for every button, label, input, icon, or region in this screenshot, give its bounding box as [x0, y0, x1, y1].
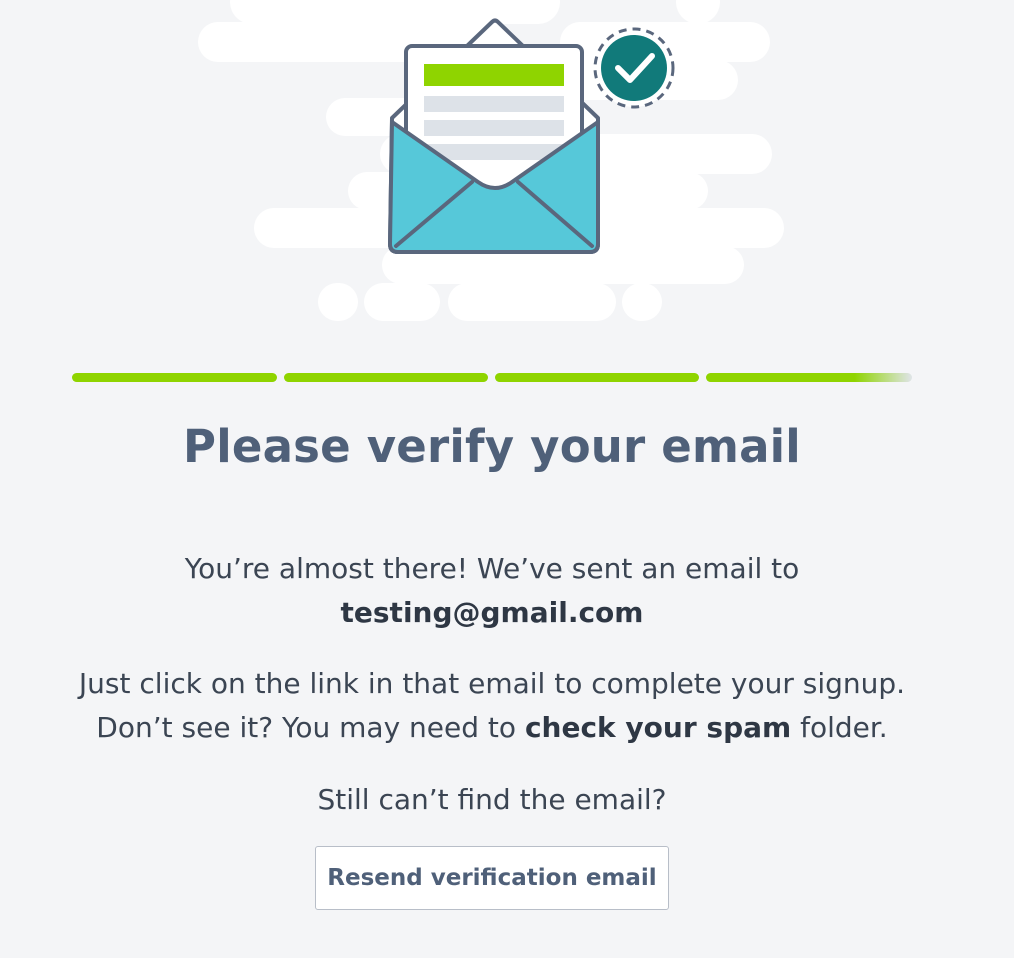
signup-progress-bar — [72, 373, 914, 383]
still-cant-find-text: Still can’t find the email? — [317, 783, 667, 816]
page-title: Please verify your email — [183, 420, 801, 473]
email-sent-illustration — [198, 0, 784, 321]
sent-message-text: You’re almost there! We’ve sent an email… — [184, 552, 800, 585]
instructions-line-1: Just click on the link in that email to … — [78, 667, 906, 700]
spam-folder-hint: check your spam — [524, 711, 792, 744]
sent-message: You’re almost there! We’ve sent an email… — [0, 547, 984, 635]
instructions-line-2: Don’t see it? You may need to check your… — [96, 711, 888, 744]
verify-email-page: Please verify your email You’re almost t… — [0, 0, 1014, 958]
progress-step-1 — [72, 373, 277, 382]
resend-verification-button[interactable]: Resend verification email — [315, 846, 669, 910]
progress-step-4 — [706, 373, 912, 382]
recipient-email: testing@gmail.com — [340, 596, 644, 629]
instructions: Just click on the link in that email to … — [0, 662, 984, 750]
checkmark-badge-icon — [593, 27, 675, 109]
progress-step-2 — [284, 373, 488, 382]
progress-step-3 — [495, 373, 699, 382]
